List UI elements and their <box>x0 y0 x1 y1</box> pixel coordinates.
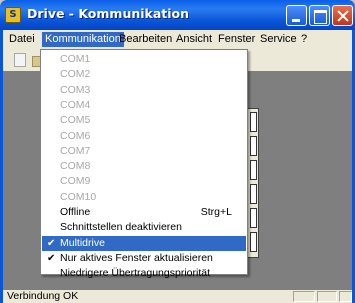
menu-item-offline[interactable]: Offline Strg+L <box>42 205 246 220</box>
close-button[interactable] <box>332 5 353 26</box>
menu-fenster[interactable]: Fenster <box>215 32 258 47</box>
menu-item-com3[interactable]: COM3 <box>42 83 246 98</box>
status-bar: Verbindung OK <box>0 290 355 303</box>
checkmark-icon: ✔ <box>47 252 56 264</box>
offline-shortcut: Strg+L <box>200 206 232 218</box>
window-title: Drive - Kommunikation <box>27 6 190 21</box>
menu-service[interactable]: Service <box>257 32 300 47</box>
minimize-button[interactable] <box>286 5 307 26</box>
child-window-edge <box>247 108 259 258</box>
menu-item-schnittstellen-deaktivieren[interactable]: Schnittstellen deaktivieren <box>42 220 246 235</box>
child-window-segment <box>250 232 257 252</box>
kommunikation-dropdown: COM1 COM2 COM3 COM4 COM5 COM6 COM7 COM8 … <box>40 49 248 279</box>
menu-kommunikation[interactable]: Kommunikation <box>42 32 124 47</box>
menu-item-com1[interactable]: COM1 <box>42 52 246 67</box>
status-panel <box>339 291 352 302</box>
child-window-segment <box>250 208 257 228</box>
menu-ansicht[interactable]: Ansicht <box>173 32 215 47</box>
menu-item-com4[interactable]: COM4 <box>42 98 246 113</box>
child-window-segment <box>250 160 257 180</box>
child-window-segment <box>250 184 257 204</box>
menu-item-multidrive[interactable]: ✔ Multidrive <box>42 235 246 251</box>
maximize-button[interactable] <box>309 5 330 26</box>
menu-datei[interactable]: Datei <box>6 32 38 47</box>
menu-help[interactable]: ? <box>298 32 310 47</box>
title-bar[interactable]: S Drive - Kommunikation <box>0 0 355 30</box>
menu-item-niedrigere-prioritaet[interactable]: Niedrigere Übertragungspriorität <box>42 266 246 279</box>
menu-bar: Datei Kommunikation Bearbeiten Ansicht F… <box>0 30 355 49</box>
menu-item-com7[interactable]: COM7 <box>42 144 246 159</box>
menu-item-com2[interactable]: COM2 <box>42 67 246 82</box>
child-window-segment <box>250 136 257 156</box>
menu-item-com9[interactable]: COM9 <box>42 174 246 189</box>
app-icon[interactable]: S <box>5 7 21 23</box>
status-panel <box>293 291 315 302</box>
checkmark-icon: ✔ <box>47 237 56 249</box>
menu-item-com5[interactable]: COM5 <box>42 113 246 128</box>
menu-item-com6[interactable]: COM6 <box>42 129 246 144</box>
menu-bearbeiten[interactable]: Bearbeiten <box>116 32 175 47</box>
child-window-segment <box>250 112 257 132</box>
status-panel <box>317 291 337 302</box>
menu-item-com8[interactable]: COM8 <box>42 159 246 174</box>
new-document-icon[interactable] <box>14 53 26 67</box>
menu-item-com10[interactable]: COM10 <box>42 190 246 205</box>
menu-item-nur-aktives-fenster[interactable]: ✔ Nur aktives Fenster aktualisieren <box>42 251 246 266</box>
status-text: Verbindung OK <box>7 290 79 302</box>
